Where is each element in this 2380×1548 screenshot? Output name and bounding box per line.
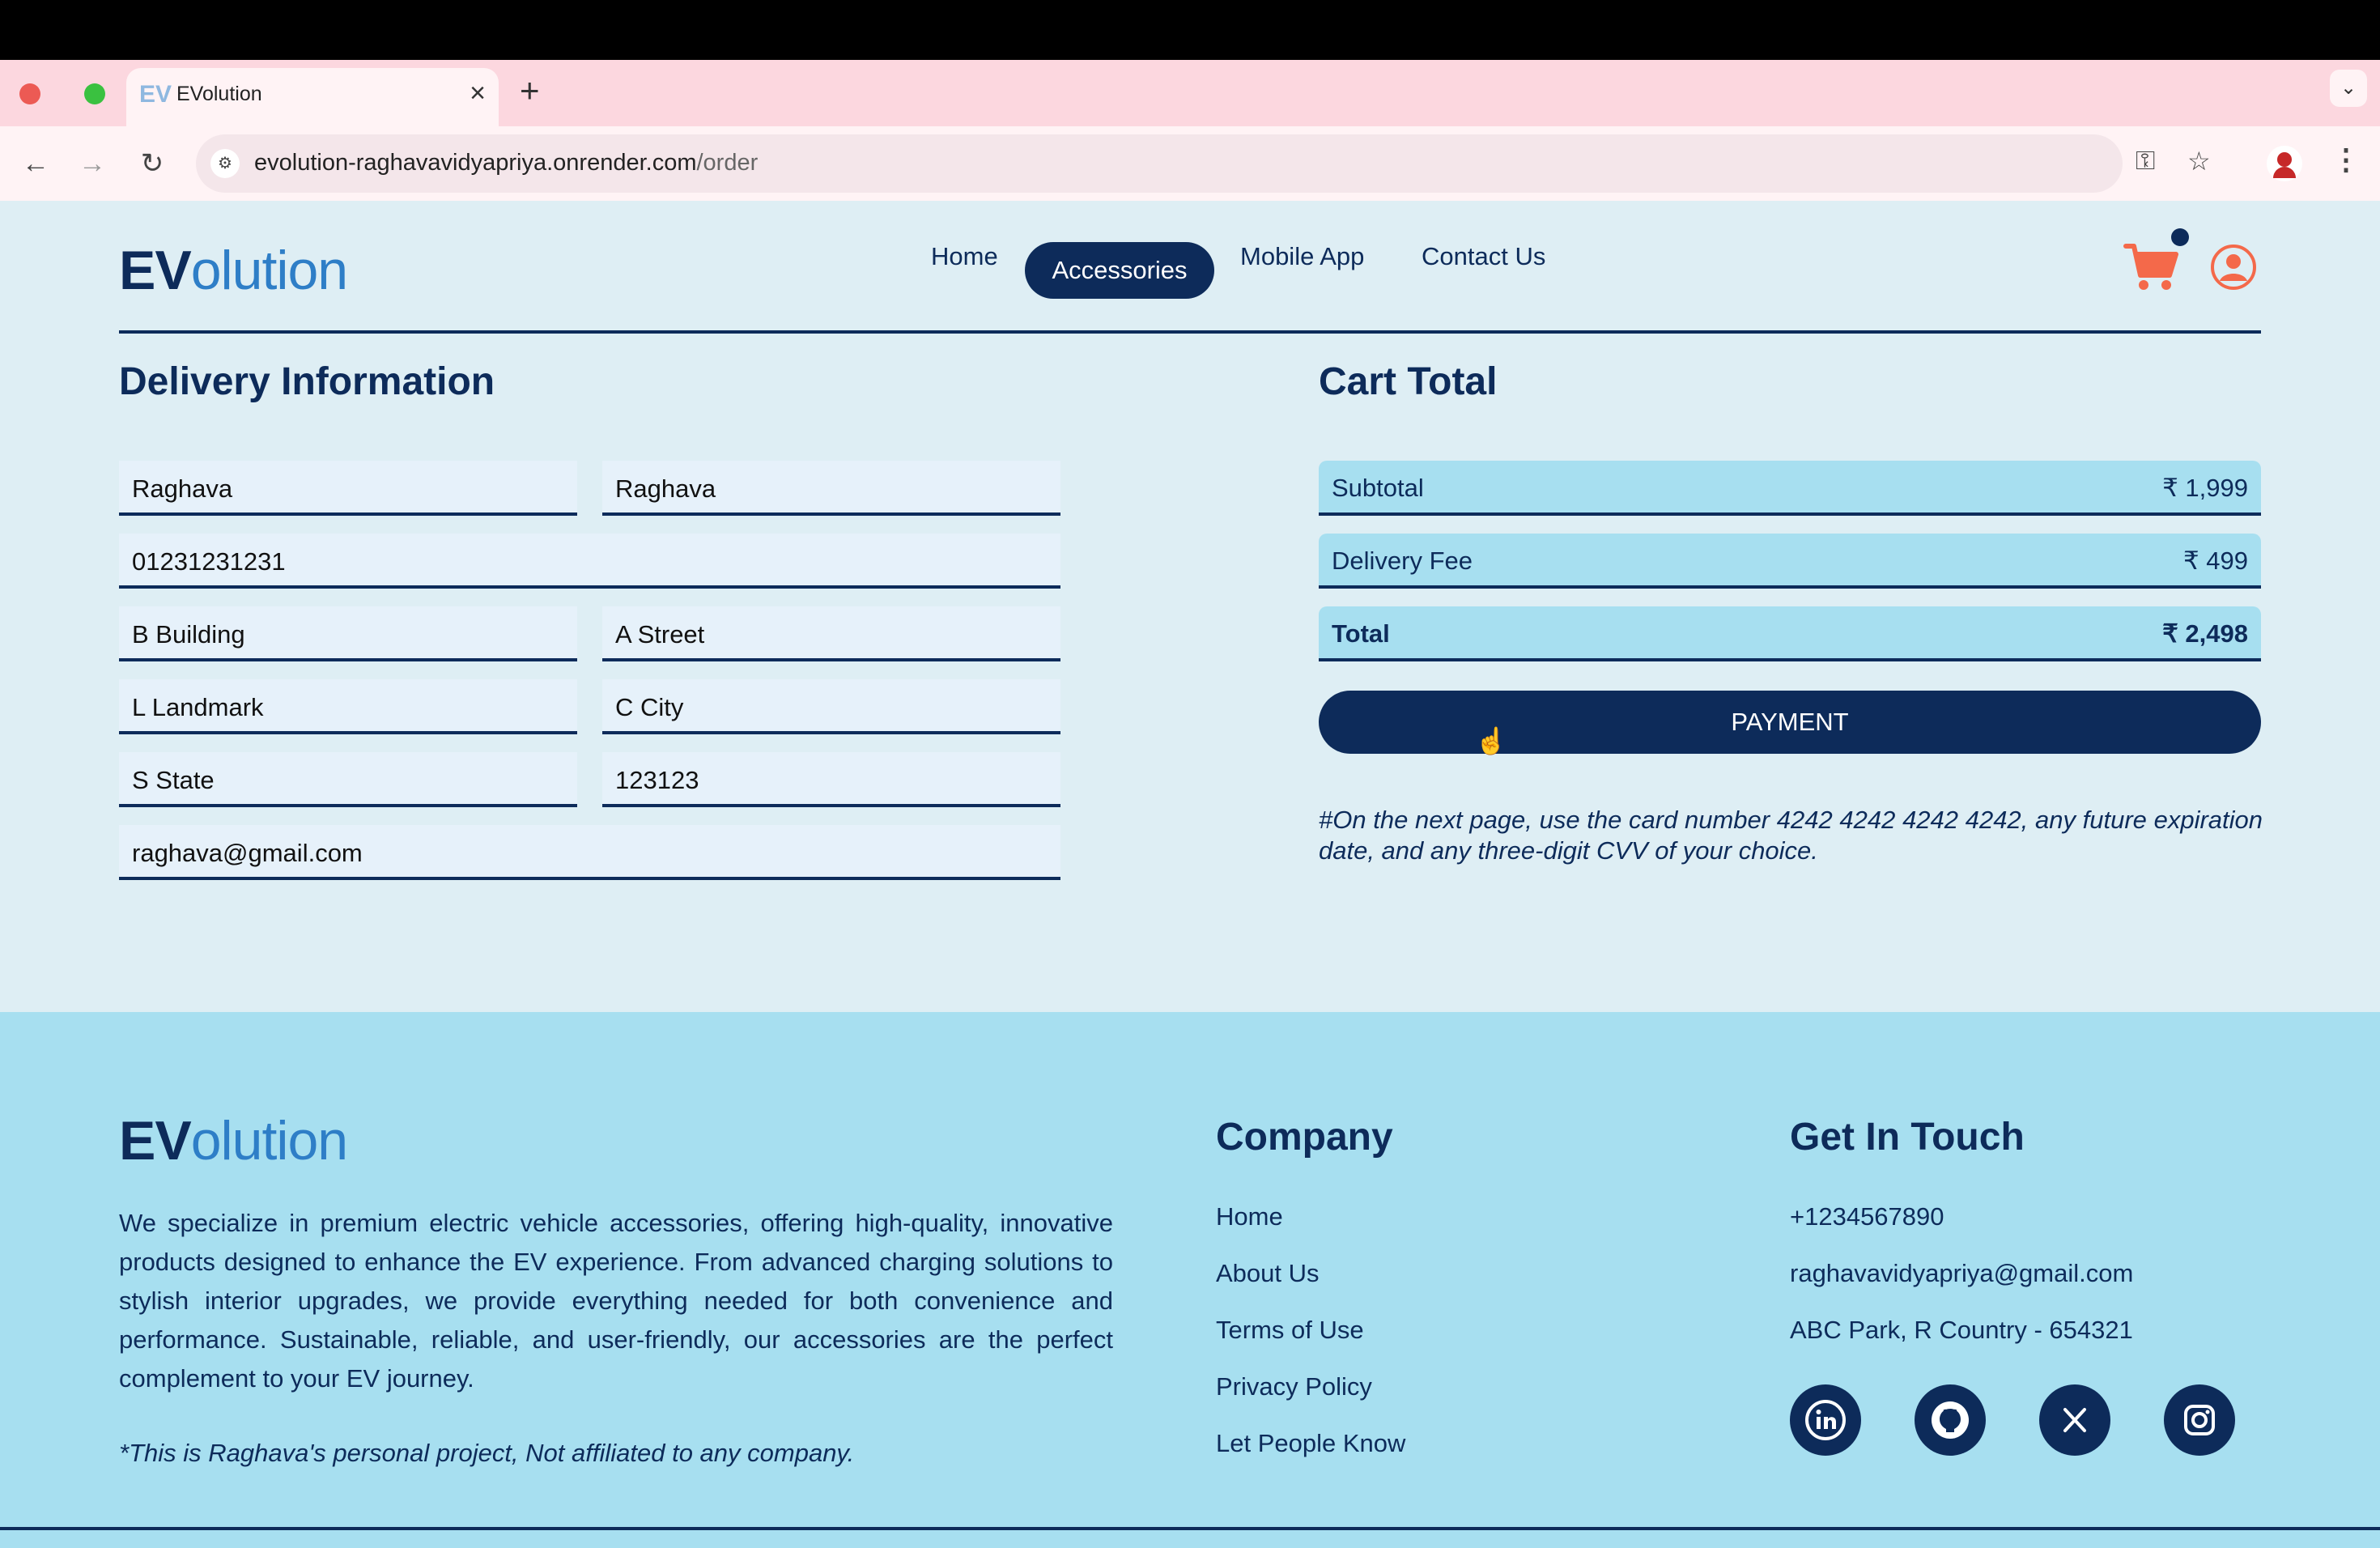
footer-disclaimer: *This is Raghava's personal project, Not… — [119, 1439, 855, 1467]
delivery-title: Delivery Information — [119, 360, 495, 403]
delivery-fee-row: Delivery Fee ₹ 499 — [1319, 534, 2261, 589]
last-name-field[interactable]: Raghava — [602, 461, 1060, 516]
user-circle-icon[interactable] — [2210, 244, 2257, 291]
payment-note: #On the next page, use the card number 4… — [1319, 806, 2263, 865]
contact-email: raghavavidyapriya@gmail.com — [1790, 1259, 2134, 1287]
new-tab-icon[interactable]: + — [520, 74, 540, 108]
email-field[interactable]: raghava@gmail.com — [119, 825, 1060, 880]
footer-link-terms[interactable]: Terms of Use — [1216, 1316, 1364, 1345]
window-close-dot[interactable] — [19, 83, 40, 104]
browser-tab[interactable]: EV EVolution × — [126, 68, 499, 126]
landmark-field[interactable]: L Landmark — [119, 679, 577, 734]
contact-phone: +1234567890 — [1790, 1202, 1944, 1231]
profile-avatar-icon[interactable] — [2267, 146, 2302, 181]
pincode-field[interactable]: 123123 — [602, 752, 1060, 807]
contact-address: ABC Park, R Country - 654321 — [1790, 1316, 2133, 1344]
building-field[interactable]: B Building — [119, 606, 577, 661]
footer-logo[interactable]: EVolution — [119, 1109, 348, 1172]
contact-heading: Get In Touch — [1790, 1116, 2025, 1159]
tab-title: EVolution — [176, 83, 262, 105]
window-zoom-dot[interactable] — [84, 83, 105, 104]
github-icon[interactable] — [1915, 1384, 1986, 1456]
footer-link-let-people-know[interactable]: Let People Know — [1216, 1429, 1405, 1458]
payment-button[interactable]: PAYMENT — [1319, 691, 2261, 754]
forward-arrow-icon[interactable]: → — [71, 142, 113, 185]
hand-cursor-icon: ☝ — [1475, 726, 1507, 755]
total-row: Total ₹ 2,498 — [1319, 606, 2261, 661]
first-name-field[interactable]: Raghava — [119, 461, 577, 516]
city-field[interactable]: C City — [602, 679, 1060, 734]
subtotal-row: Subtotal ₹ 1,999 — [1319, 461, 2261, 516]
password-key-icon[interactable]: ⚿ — [2136, 146, 2155, 176]
linkedin-icon[interactable] — [1790, 1384, 1861, 1456]
subtotal-label: Subtotal — [1332, 474, 1424, 502]
nav-contact-us[interactable]: Contact Us — [1422, 242, 1545, 271]
footer-about-text: We specialize in premium electric vehicl… — [119, 1209, 1113, 1393]
browser-menu-icon[interactable]: ⋮ — [2331, 142, 2361, 176]
footer-link-about-us[interactable]: About Us — [1216, 1259, 1320, 1288]
nav-accessories[interactable]: Accessories — [1025, 242, 1214, 299]
back-arrow-icon[interactable]: ← — [15, 142, 57, 185]
state-field[interactable]: S State — [119, 752, 577, 807]
header-divider — [119, 330, 2261, 334]
tab-favicon-icon: EV — [139, 81, 172, 108]
delivery-fee-value: ₹ 499 — [2182, 546, 2248, 575]
instagram-icon[interactable] — [2164, 1384, 2235, 1456]
total-label: Total — [1332, 619, 1390, 648]
cart-total-title: Cart Total — [1319, 360, 1498, 403]
company-heading: Company — [1216, 1116, 1393, 1159]
x-icon[interactable] — [2039, 1384, 2110, 1456]
nav-home[interactable]: Home — [931, 242, 998, 271]
shopping-cart-icon[interactable] — [2123, 240, 2179, 293]
reload-icon[interactable]: ↻ — [131, 142, 173, 185]
site-logo[interactable]: EVolution — [119, 239, 348, 302]
cart-badge-dot — [2171, 228, 2189, 246]
nav-mobile-app[interactable]: Mobile App — [1240, 242, 1364, 271]
site-settings-icon[interactable]: ⚙ — [210, 149, 240, 178]
delivery-fee-label: Delivery Fee — [1332, 546, 1473, 575]
street-field[interactable]: A Street — [602, 606, 1060, 661]
subtotal-value: ₹ 1,999 — [2162, 474, 2248, 502]
phone-field[interactable]: 01231231231 — [119, 534, 1060, 589]
total-value: ₹ 2,498 — [2162, 619, 2248, 648]
tab-close-icon[interactable]: × — [470, 78, 486, 109]
footer-link-privacy[interactable]: Privacy Policy — [1216, 1372, 1372, 1401]
url-text[interactable]: evolution-raghavavidyapriya.onrender.com… — [254, 150, 758, 176]
footer-bottom-rule — [0, 1527, 2380, 1530]
footer-link-home[interactable]: Home — [1216, 1202, 1283, 1231]
tab-search-chevron-icon[interactable]: ⌄ — [2330, 70, 2367, 107]
address-bar[interactable]: ⚙ evolution-raghavavidyapriya.onrender.c… — [196, 134, 2211, 193]
screen-top-bar — [0, 0, 2380, 60]
bookmark-star-icon[interactable]: ☆ — [2187, 146, 2211, 176]
